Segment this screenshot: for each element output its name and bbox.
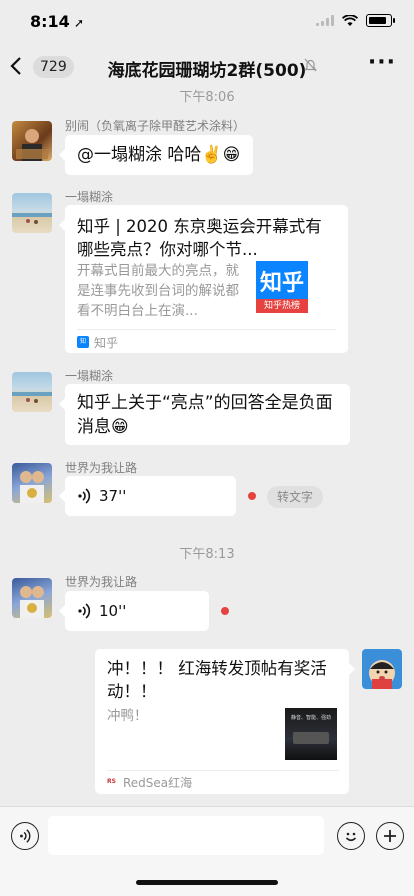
thumb-text: 静音、智能、强劲 xyxy=(290,715,331,721)
add-plus-icon[interactable] xyxy=(376,822,404,850)
card-source: RedSea红海 xyxy=(123,776,193,790)
battery-icon xyxy=(366,14,395,27)
voice-wave-icon xyxy=(78,603,91,619)
message-bubble[interactable]: 知乎上关于“亮点”的回答全是负面消息😁 xyxy=(59,384,350,445)
product-thumbnail: 静音、智能、强劲 xyxy=(285,708,337,760)
unread-dot xyxy=(248,492,256,500)
sender-name: 别闹（负氧离子除甲醛艺术涂料） xyxy=(65,119,246,133)
card-title: 知乎 | 2020 东京奥运会开幕式有哪些亮点？你对哪个节... xyxy=(77,217,322,259)
voice-input-icon[interactable] xyxy=(11,822,39,850)
signal-icon xyxy=(316,15,334,26)
avatar[interactable] xyxy=(12,193,52,233)
unread-dot xyxy=(221,607,229,615)
divider xyxy=(77,329,336,330)
avatar[interactable] xyxy=(12,463,52,503)
status-time: 8:14 ➚ xyxy=(30,12,85,31)
voice-message-bubble[interactable]: 10'' xyxy=(59,591,209,631)
status-icons xyxy=(316,14,395,27)
thumb-caption: 知乎热榜 xyxy=(256,299,308,313)
product-shape xyxy=(293,732,329,744)
voice-message-bubble[interactable]: 37'' xyxy=(59,476,236,516)
message-input[interactable] xyxy=(48,816,324,855)
message-text: 知乎上关于“亮点”的回答全是负面消息😁 xyxy=(77,393,333,437)
nav-bar: 729 海底花园珊瑚坊2群(500) ··· xyxy=(0,44,414,88)
mute-bell-icon xyxy=(304,58,317,75)
home-indicator xyxy=(136,880,278,885)
card-source: 知乎 xyxy=(94,336,119,350)
voice-wave-icon xyxy=(78,488,91,504)
avatar[interactable] xyxy=(12,372,52,412)
timestamp: 下午8:13 xyxy=(179,547,235,562)
transcribe-button[interactable]: 转文字 xyxy=(267,486,324,508)
sender-name: 世界为我让路 xyxy=(65,461,138,475)
card-title: 冲！！！ 红海转发顶帖有奖活动！！ xyxy=(107,659,327,701)
card-description: 冲鸭！ xyxy=(107,708,148,724)
card-description: 开幕式目前最大的亮点，就是连事先收到台词的解说都看不明白台上在演... xyxy=(77,263,239,319)
sender-name: 一塌糊涂 xyxy=(65,190,114,204)
chat-title: 海底花园珊瑚坊2群(500) xyxy=(107,61,307,81)
wifi-icon xyxy=(342,14,358,26)
zhihu-thumbnail: 知乎 知乎热榜 xyxy=(256,261,308,313)
my-avatar[interactable] xyxy=(362,649,402,689)
zhihu-logo: 知乎 xyxy=(259,271,304,296)
redsea-small-icon: RS xyxy=(107,778,116,785)
sender-name: 一塌糊涂 xyxy=(65,369,114,383)
sender-name: 世界为我让路 xyxy=(65,575,138,589)
avatar[interactable] xyxy=(12,578,52,618)
voice-duration: 37'' xyxy=(99,487,127,505)
avatar[interactable] xyxy=(12,121,52,161)
more-options-icon[interactable]: ··· xyxy=(368,50,396,75)
link-card[interactable]: 冲！！！ 红海转发顶帖有奖活动！！ 冲鸭！ 静音、智能、强劲 RS RedSea… xyxy=(95,649,355,794)
voice-duration: 10'' xyxy=(99,602,127,620)
emoji-icon[interactable] xyxy=(337,822,365,850)
message-text: @一塌糊涂 哈哈✌️😁 xyxy=(77,145,241,165)
timestamp: 下午8:06 xyxy=(179,90,235,105)
zhihu-small-icon: 知 xyxy=(77,336,89,348)
divider xyxy=(107,770,339,771)
link-card[interactable]: 知乎 | 2020 东京奥运会开幕式有哪些亮点？你对哪个节... 开幕式目前最大… xyxy=(59,205,348,353)
message-bubble[interactable]: @一塌糊涂 哈哈✌️😁 xyxy=(59,135,253,175)
